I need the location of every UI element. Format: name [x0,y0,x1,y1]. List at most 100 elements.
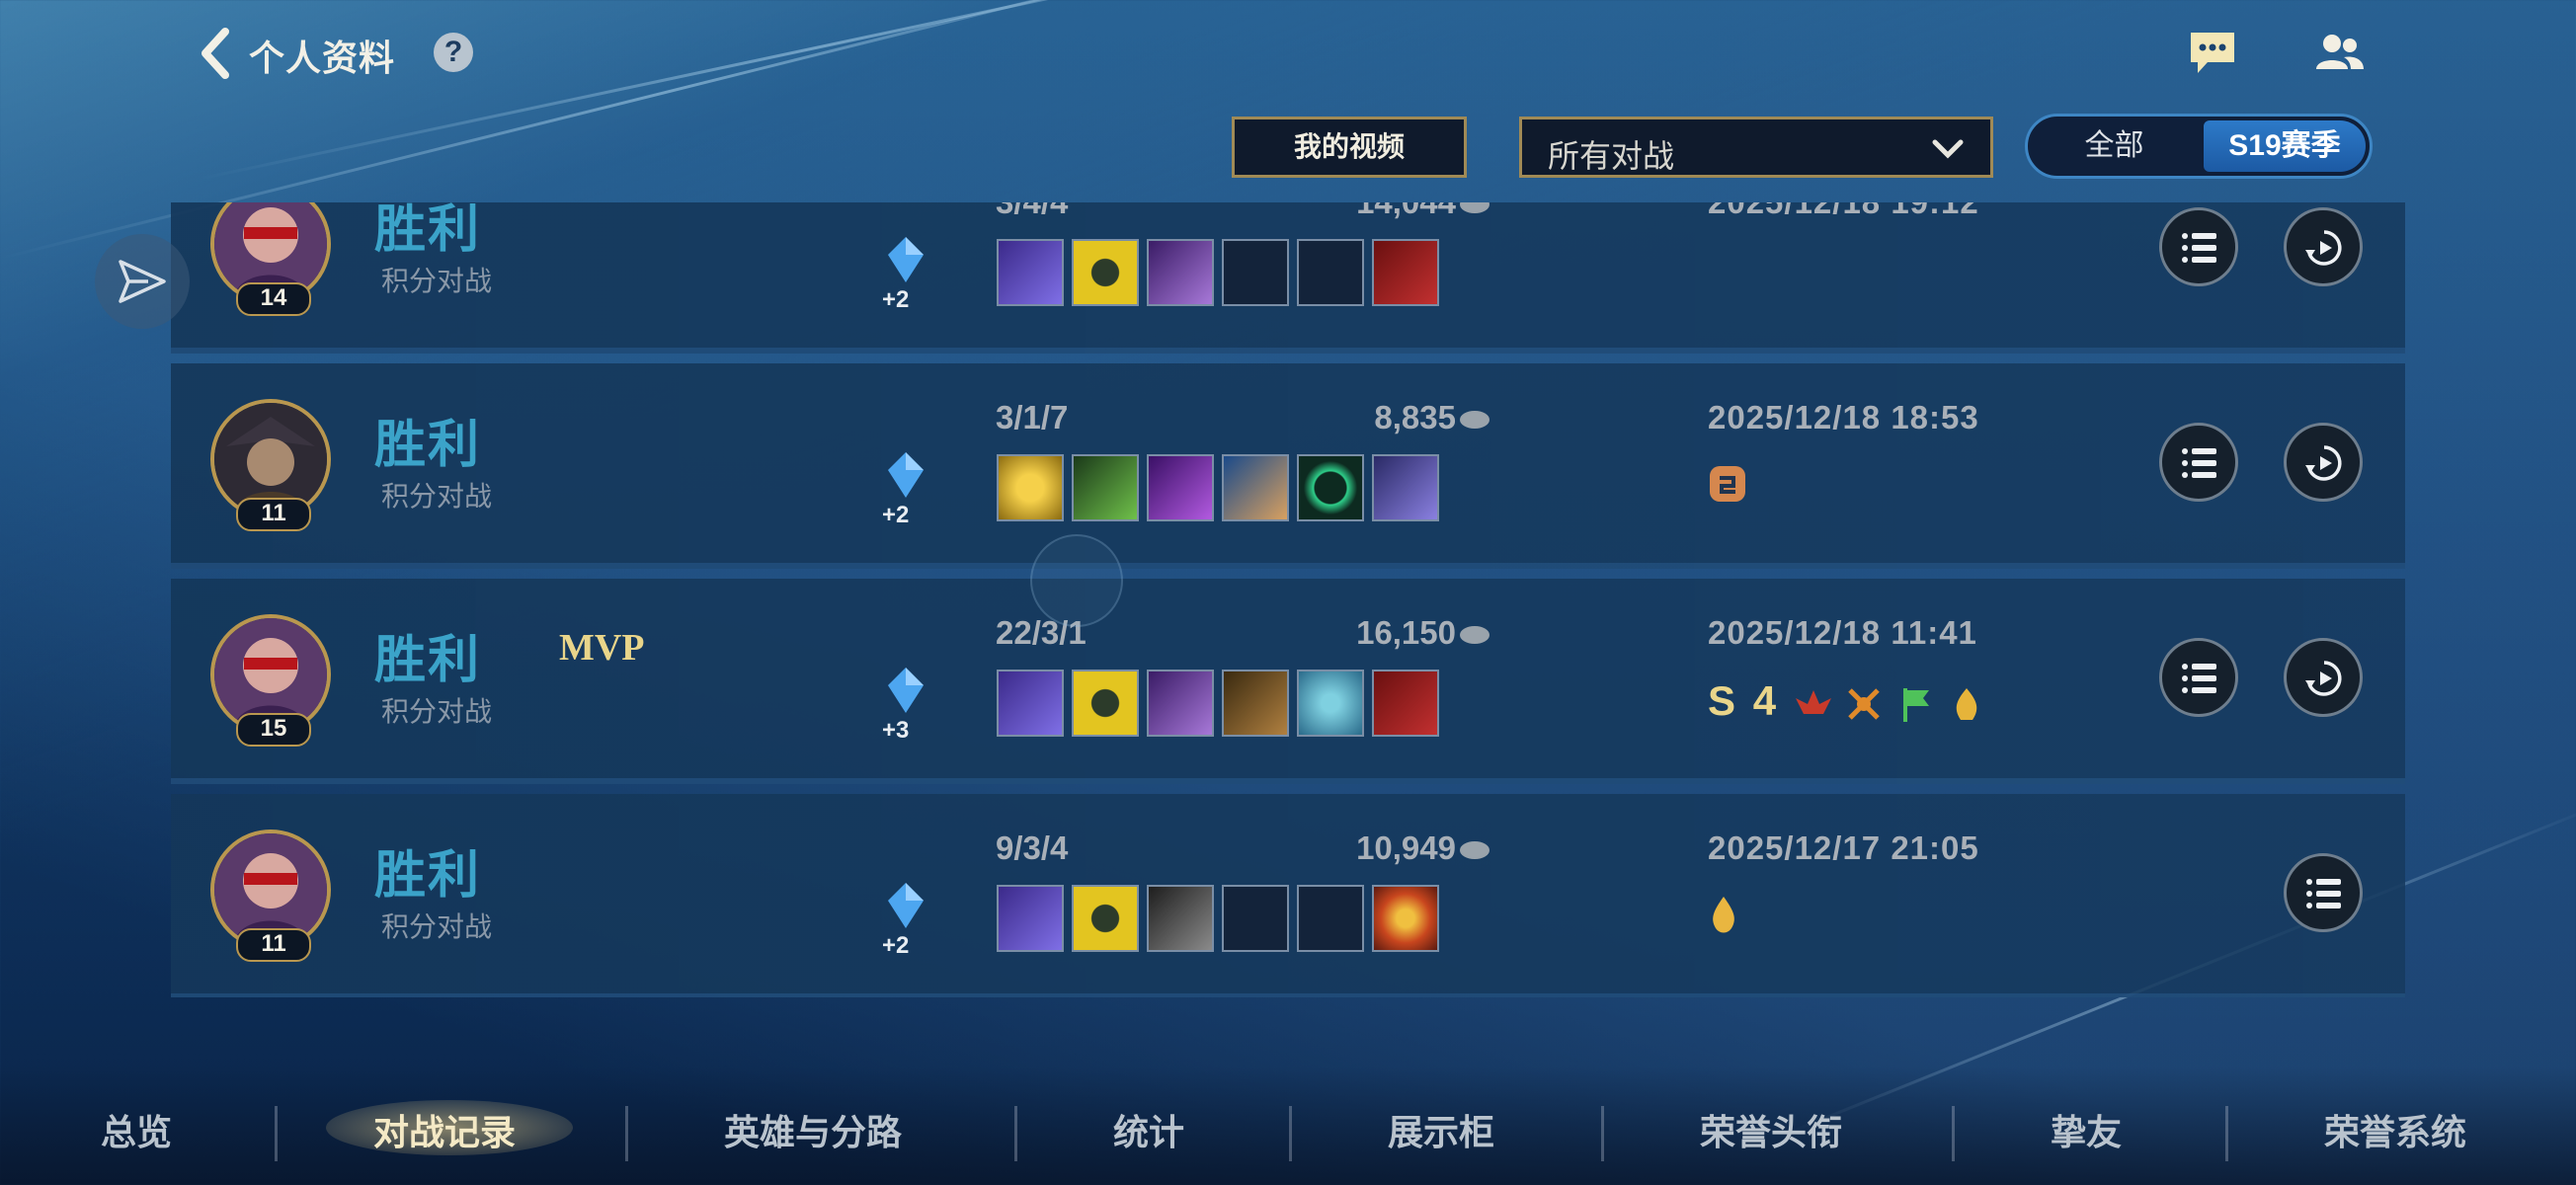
diamond-icon [888,883,924,928]
replay-button[interactable] [2284,207,2363,286]
list-icon [2182,233,2216,263]
purple-boots-item[interactable] [1372,454,1439,521]
help-icon[interactable]: ? [434,33,473,72]
badge-row [1708,893,1739,942]
tab-divider [1601,1106,1604,1161]
gold-amount: 10,949 [1198,830,1489,867]
blue-blade-item[interactable] [997,885,1064,952]
tab-honor-titles[interactable]: 荣誉头衔 [1700,1104,1842,1155]
match-row[interactable]: 11 胜利 积分对战 +2 3/1/7 8,835 2025/12/18 18:… [171,363,2405,569]
purple-hammer-item[interactable] [1147,454,1214,521]
friends-button[interactable] [2314,32,2366,75]
match-mode: 积分对战 [381,481,493,512]
tab-stats[interactable]: 统计 [1113,1104,1184,1155]
empty-item-slot [1297,239,1364,306]
hero-level: 15 [236,713,311,747]
page-title: 个人资料 [249,38,396,78]
golden-orb-item[interactable] [997,454,1064,521]
list-icon [2306,879,2341,908]
kda: 3/4/4 [996,202,1068,221]
replay-button[interactable] [2284,638,2363,717]
detail-button[interactable] [2159,423,2238,502]
gold-value: 16,150 [1356,614,1456,651]
my-video-button[interactable]: 我的视频 [1232,117,1467,178]
blue-tome-item[interactable] [1222,454,1289,521]
detail-button[interactable] [2159,207,2238,286]
gem-delta: +2 [882,286,910,313]
tab-honor-system[interactable]: 荣誉系统 [2324,1104,2466,1155]
blue-blade-item[interactable] [997,239,1064,306]
coin-icon [1460,841,1489,860]
coin-icon [1460,411,1489,430]
flag-icon [1903,687,1930,722]
blue-blade-item[interactable] [997,670,1064,737]
chat-icon [2191,33,2234,73]
bottom-tab-bar: 总览 对战记录 英雄与分路 统计 展示柜 荣誉头衔 挚友 荣誉系统 [0,1066,2576,1185]
tab-showcase[interactable]: 展示柜 [1388,1104,1494,1155]
match-row[interactable]: 14 胜利 积分对战 +2 3/4/4 14,044 2025/12/18 19… [171,202,2405,354]
match-result: 胜利 [374,202,482,259]
gem-delta: +3 [882,717,910,744]
detail-button[interactable] [2159,638,2238,717]
diamond-icon [888,452,924,498]
match-row[interactable]: 11 胜利 积分对战 +2 9/3/4 10,949 2025/12/17 21… [171,794,2405,997]
tab-divider [1289,1106,1292,1161]
yellow-shield-item[interactable] [1072,239,1139,306]
replay-icon [2305,230,2342,266]
hero-level: 11 [236,928,311,962]
detail-button[interactable] [2284,853,2363,932]
share-button[interactable] [95,234,190,329]
back-button[interactable] [198,28,233,79]
green-claw-item[interactable] [1072,454,1139,521]
steel-gauntlet-item[interactable] [1147,885,1214,952]
bronze-armor-item[interactable] [1222,670,1289,737]
chevron-down-icon [1932,139,1964,159]
coin-icon [1460,202,1489,214]
red-monster-item[interactable] [1372,885,1439,952]
match-list[interactable]: 14 胜利 积分对战 +2 3/4/4 14,044 2025/12/18 19… [171,202,2405,997]
mvp-badge: MVP [559,627,645,669]
diamond-icon [888,668,924,713]
tab-divider [625,1106,628,1161]
season-toggle-s19[interactable]: S19赛季 [2204,120,2366,172]
replay-icon [2305,445,2342,481]
purple-spear-item[interactable] [1147,670,1214,737]
match-mode: 积分对战 [381,266,493,296]
badge-row [1708,462,1747,512]
red-boots-item[interactable] [1372,670,1439,737]
green-ring-item[interactable] [1297,454,1364,521]
friends-icon [2316,35,2364,69]
gem-delta: +2 [882,932,910,959]
yellow-shield-item[interactable] [1072,670,1139,737]
match-result: 胜利 [374,417,482,474]
chat-button[interactable] [2188,30,2237,77]
kda: 9/3/4 [996,830,1069,866]
list-icon [2182,664,2216,693]
tab-heroes-lanes[interactable]: 英雄与分路 [724,1104,902,1155]
gem-delta: +2 [882,502,910,528]
replay-button[interactable] [2284,423,2363,502]
empty-item-slot [1222,239,1289,306]
match-filter-select[interactable]: 所有对战 [1519,117,1993,178]
season-toggle-all[interactable]: 全部 [2028,117,2201,176]
tab-match-history[interactable]: 对战记录 [373,1104,516,1155]
tab-best-friends[interactable]: 挚友 [2051,1104,2122,1155]
tab-overview[interactable]: 总览 [101,1104,172,1155]
yellow-shield-item[interactable] [1072,885,1139,952]
red-boots-item[interactable] [1372,239,1439,306]
blue-mail-item[interactable] [1297,670,1364,737]
season-toggle[interactable]: 全部 S19赛季 [2025,114,2373,179]
tab-divider [275,1106,278,1161]
purple-spear-item[interactable] [1147,239,1214,306]
hero-level: 11 [236,498,311,531]
gold-value: 14,044 [1356,202,1456,220]
match-row[interactable]: 15 胜利 MVP 积分对战 +3 22/3/1 16,150 2025/12/… [171,579,2405,784]
match-mode: 积分对战 [381,911,493,942]
tab-divider [2225,1106,2228,1161]
crossed-swords-icon [1848,688,1881,720]
match-time: 2025/12/17 21:05 [1708,830,1979,866]
empty-item-slot [1222,885,1289,952]
match-time: 2025/12/18 11:41 [1708,614,1977,651]
match-filter-value: 所有对战 [1548,138,1675,174]
match-time: 2025/12/18 18:53 [1708,399,1979,435]
